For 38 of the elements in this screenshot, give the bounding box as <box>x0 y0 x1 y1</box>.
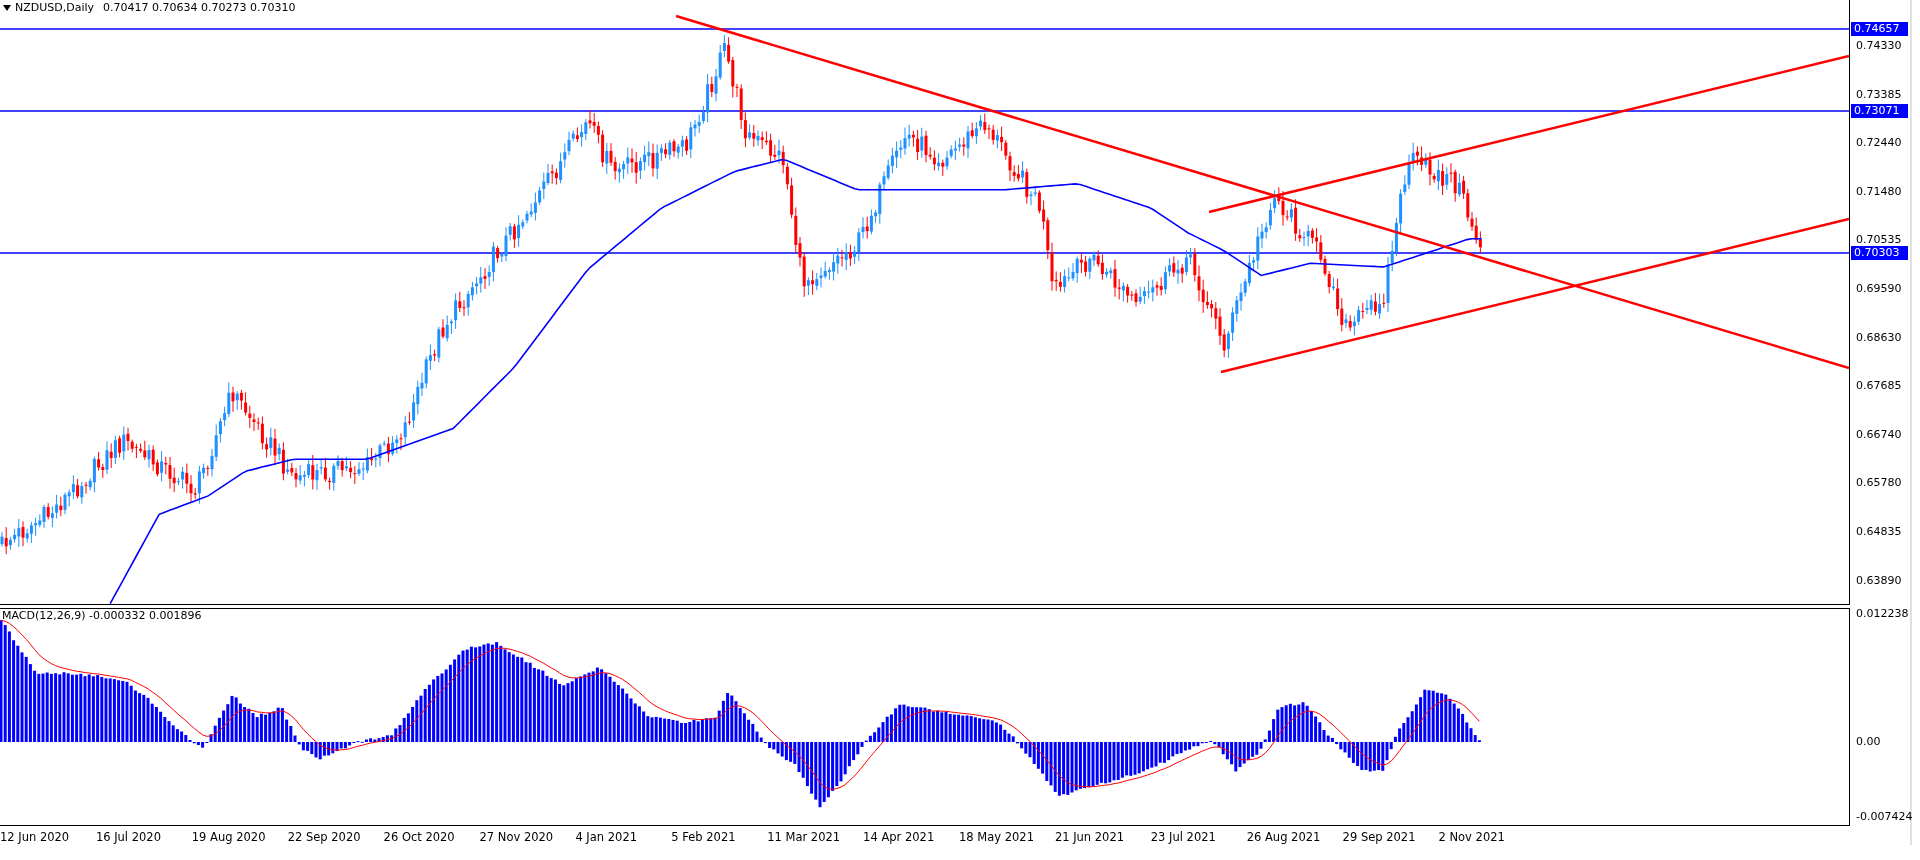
date-axis-label: 19 Aug 2020 <box>191 830 266 844</box>
date-axis-label: 5 Feb 2021 <box>671 830 736 844</box>
price-axis-label: 0.72440 <box>1856 136 1902 151</box>
level-price-tag: 0.70303 <box>1851 246 1908 260</box>
date-axis-label: 12 Jun 2020 <box>0 830 70 844</box>
date-axis-label: 26 Aug 2021 <box>1246 830 1321 844</box>
price-axis-label: 0.64835 <box>1856 525 1902 539</box>
level-price-tag: 0.73071 <box>1851 104 1908 118</box>
macd-axis-label: -0.007424 <box>1856 810 1913 824</box>
price-axis-label: 0.67685 <box>1856 379 1902 394</box>
price-axis-label: 0.73385 <box>1856 87 1902 102</box>
date-axis-label: 27 Nov 2020 <box>479 830 554 844</box>
date-axis-label: 2 Nov 2021 <box>1438 830 1505 844</box>
date-axis-label: 29 Sep 2021 <box>1342 830 1416 844</box>
price-axis-label: 0.65780 <box>1856 476 1902 491</box>
date-axis-label: 14 Apr 2021 <box>863 830 935 844</box>
price-axis-label: 0.74330 <box>1856 39 1902 53</box>
macd-indicator-title: MACD(12,26,9) -0.000332 0.001896 <box>2 609 202 622</box>
date-axis-label: 23 Jul 2021 <box>1150 830 1216 844</box>
price-axis-label: 0.68630 <box>1856 330 1902 345</box>
price-axis-label: 0.63890 <box>1856 573 1902 588</box>
macd-axis-label: 0.012238 <box>1856 607 1909 621</box>
price-axis-label: 0.69590 <box>1856 282 1902 296</box>
level-price-tag: 0.74657 <box>1851 22 1908 36</box>
price-axis-label: 0.71480 <box>1856 184 1902 199</box>
price-axis-label: 0.66740 <box>1856 427 1902 442</box>
chart-symbol-title: NZDUSD,Daily <box>15 1 95 14</box>
date-axis-label: 18 May 2021 <box>959 830 1034 844</box>
date-axis-label: 4 Jan 2021 <box>575 830 637 844</box>
macd-axis-label: 0.00 <box>1856 735 1881 749</box>
date-axis-label: 11 Mar 2021 <box>767 830 841 844</box>
date-axis-label: 21 Jun 2021 <box>1054 830 1125 844</box>
date-axis-label: 22 Sep 2020 <box>287 830 361 844</box>
ohlc-values: 0.70417 0.70634 0.70273 0.70310 <box>103 1 296 14</box>
date-axis-label: 26 Oct 2020 <box>383 830 455 844</box>
price-axis-label: 0.70535 <box>1856 233 1902 248</box>
date-axis-label: 16 Jul 2020 <box>95 830 161 844</box>
dropdown-triangle-icon[interactable] <box>3 4 11 11</box>
